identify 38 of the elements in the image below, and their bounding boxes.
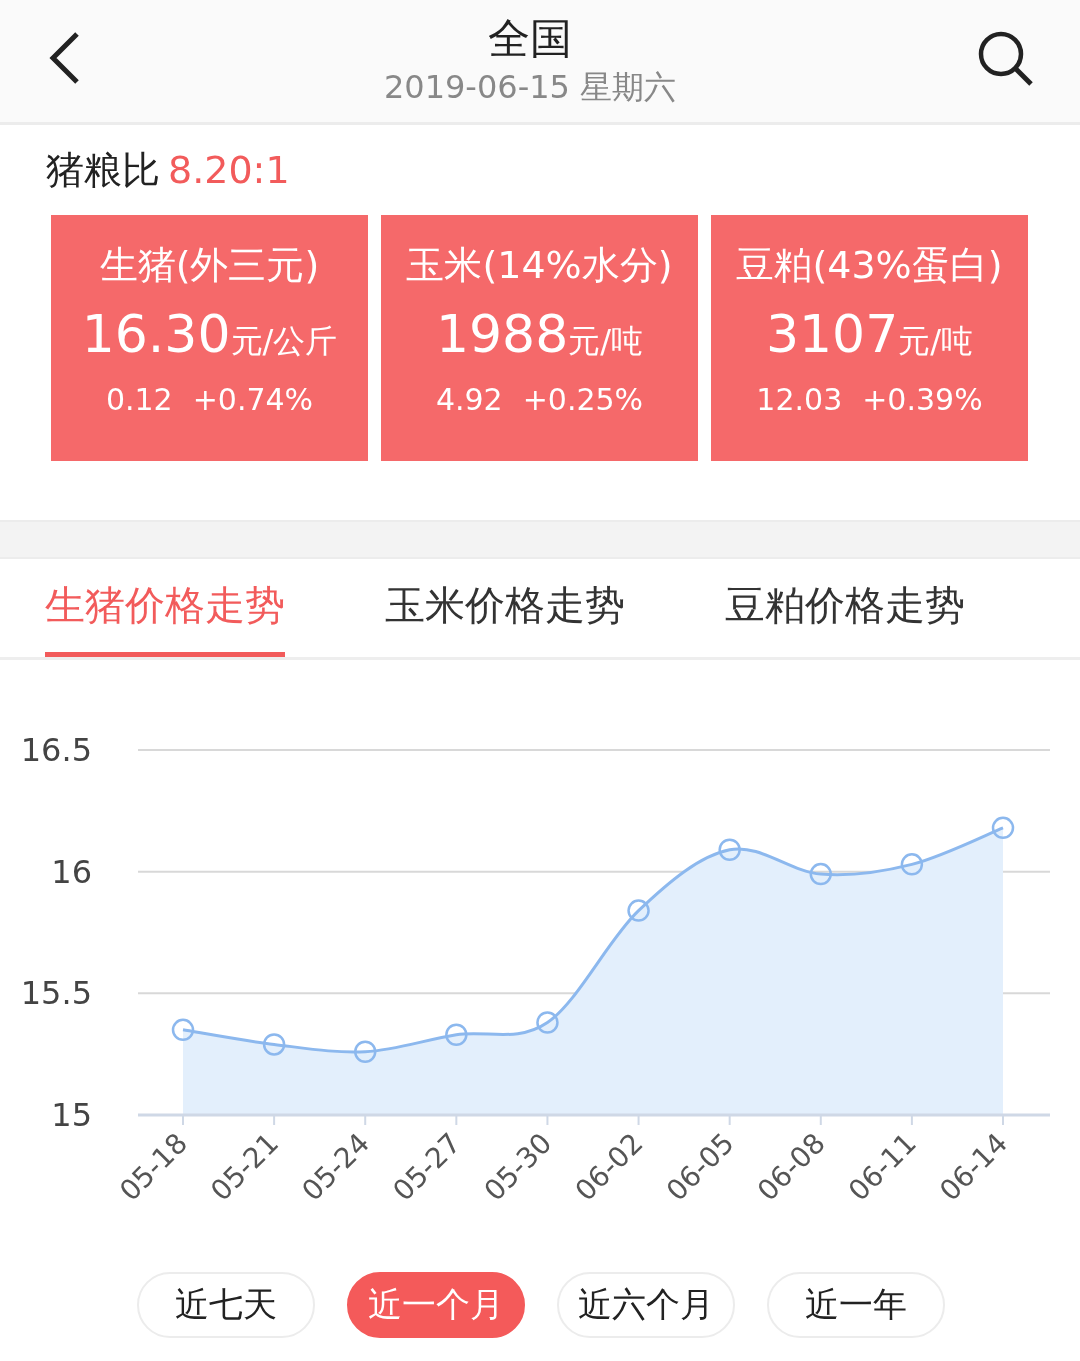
range-button[interactable]: 近七天: [137, 1272, 315, 1338]
price-unit: 元/吨: [898, 321, 974, 362]
price-value: 16.30: [81, 304, 231, 364]
commodity-name: 玉米(14%水分): [406, 242, 673, 289]
range-button[interactable]: 近一年: [767, 1272, 945, 1338]
data-point: [718, 838, 741, 861]
chart-tab[interactable]: 玉米价格走势: [385, 559, 625, 657]
change-percent: +0.39%: [862, 382, 983, 417]
price-unit: 元/吨: [568, 321, 644, 362]
price-unit: 元/公斤: [230, 321, 338, 362]
y-axis-label: 15: [51, 1096, 92, 1134]
data-point: [900, 853, 924, 876]
data-point: [536, 1011, 559, 1034]
page-title: 全国: [488, 13, 572, 65]
change-value: 12.03: [756, 382, 843, 417]
range-button[interactable]: 近六个月: [557, 1272, 735, 1338]
data-point: [991, 816, 1015, 840]
commodity-name: 豆粕(43%蛋白): [736, 242, 1003, 289]
change-value: 4.92: [435, 382, 503, 417]
ratio-label: 猪粮比: [46, 147, 160, 194]
data-point: [445, 1023, 468, 1046]
y-axis-label: 15.5: [20, 974, 92, 1013]
data-point: [627, 899, 650, 922]
change-value: 0.12: [105, 382, 173, 417]
date-subtitle: 2019-06-15 星期六: [383, 67, 677, 108]
change-percent: +0.74%: [192, 382, 314, 417]
data-point: [353, 1040, 377, 1063]
price-value: 1988: [435, 304, 569, 364]
y-axis-label: 16.5: [20, 731, 92, 769]
price-value: 3107: [765, 304, 899, 364]
data-point: [809, 862, 833, 886]
data-point: [171, 1018, 195, 1042]
chart-tab[interactable]: 豆粕价格走势: [725, 559, 965, 657]
change-percent: +0.25%: [522, 382, 644, 417]
ratio-value: 8.20:1: [168, 148, 290, 192]
commodity-name: 生猪(外三元): [99, 242, 320, 289]
y-axis-label: 16: [51, 852, 92, 891]
data-point: [262, 1033, 286, 1056]
